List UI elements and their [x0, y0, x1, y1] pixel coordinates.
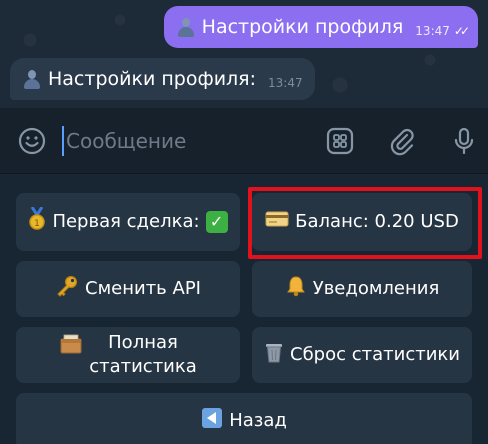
message-time: 13:47	[415, 24, 450, 38]
full-stats-label-line2: статистика	[89, 356, 197, 377]
incoming-message[interactable]: Настройки профиля: 13:47	[10, 58, 315, 100]
emoji-icon[interactable]	[14, 123, 50, 159]
back-button[interactable]: Назад	[16, 393, 472, 444]
first-deal-button[interactable]: 1 Первая сделка: ✓	[16, 193, 240, 251]
reset-stats-button[interactable]: Сброс статистики	[252, 327, 472, 383]
notifications-button[interactable]: Уведомления	[252, 261, 472, 317]
bust-icon	[22, 69, 42, 89]
sticker-grid-icon[interactable]	[322, 123, 358, 159]
bot-keyboard: 1 Первая сделка: ✓ Баланс: 0.20 USD Смен…	[0, 175, 488, 444]
microphone-icon[interactable]	[446, 123, 482, 159]
attach-icon[interactable]	[384, 123, 420, 159]
full-stats-text: Полная статистика	[89, 331, 197, 379]
message-input-bar: Сообщение	[0, 108, 488, 174]
change-api-label: Сменить API	[85, 278, 201, 299]
svg-text:1: 1	[35, 219, 41, 229]
reset-stats-label: Сброс статистики	[290, 344, 460, 365]
key-icon	[55, 275, 79, 304]
wastebasket-icon	[264, 341, 284, 370]
read-ticks-icon: ✓✓	[453, 24, 470, 38]
message-text: Настройки профиля	[201, 16, 404, 38]
first-deal-label: Первая сделка:	[52, 211, 200, 232]
medal-icon: 1	[28, 205, 46, 238]
notifications-label: Уведомления	[312, 278, 440, 299]
full-stats-button[interactable]: Полная статистика	[16, 327, 240, 383]
bust-icon	[176, 17, 196, 37]
outgoing-message[interactable]: Настройки профиля 13:47 ✓✓	[163, 6, 478, 48]
chat-area: Настройки профиля 13:47 ✓✓ Настройки про…	[0, 0, 488, 108]
back-arrow-icon	[201, 407, 223, 436]
bell-icon	[285, 275, 307, 304]
card-box-icon	[59, 333, 83, 362]
message-input[interactable]: Сообщение	[62, 126, 312, 156]
check-mark-icon: ✓	[205, 211, 228, 233]
change-api-button[interactable]: Сменить API	[16, 261, 240, 317]
full-stats-label-line1: Полная	[108, 332, 178, 353]
message-text: Настройки профиля:	[48, 68, 257, 90]
balance-highlight-frame	[248, 187, 482, 259]
back-label: Назад	[229, 410, 287, 431]
message-time: 13:47	[268, 76, 303, 90]
